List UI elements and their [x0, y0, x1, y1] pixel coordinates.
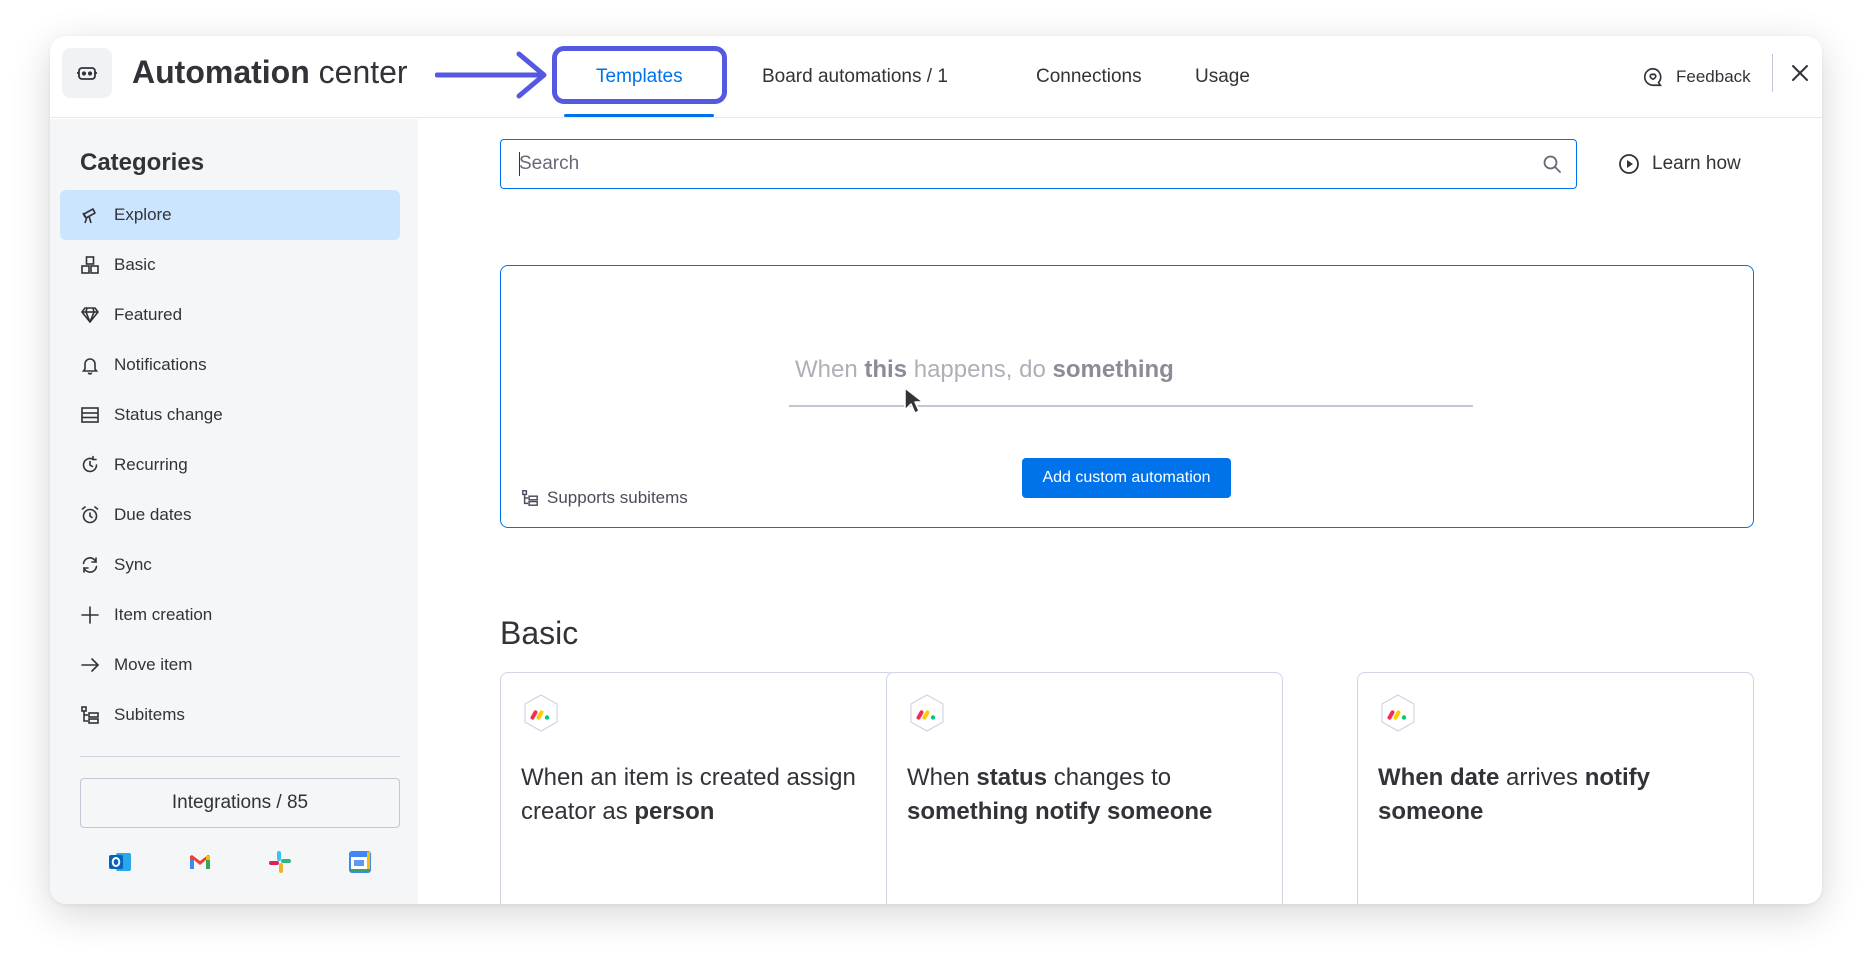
- sidebar-item-basic[interactable]: Basic: [60, 240, 400, 290]
- action-placeholder[interactable]: something: [1053, 356, 1174, 383]
- feedback-button[interactable]: Feedback: [1642, 58, 1751, 96]
- active-tab-indicator: [564, 114, 714, 117]
- robot-icon: [62, 48, 112, 98]
- header-divider: [1772, 54, 1773, 92]
- sidebar-item-move-item[interactable]: Move item: [60, 640, 400, 690]
- arrow-right-icon: [81, 658, 99, 672]
- mouse-pointer-icon: [904, 387, 924, 414]
- bell-icon: [81, 358, 99, 375]
- tab-usage[interactable]: Usage: [1195, 58, 1250, 96]
- automation-center-window: Automation center Templates Board automa…: [50, 36, 1822, 904]
- sidebar-item-recurring[interactable]: Recurring: [60, 440, 400, 490]
- close-button[interactable]: [1785, 58, 1815, 88]
- sidebar-item-sync[interactable]: Sync: [60, 540, 400, 590]
- card-description: When date arrives notify someone: [1378, 764, 1651, 825]
- tab-highlight-box: [552, 46, 727, 104]
- card-description: When an item is created assign creator a…: [521, 764, 856, 825]
- monday-logo-icon: [910, 694, 944, 732]
- template-card[interactable]: When an item is created assign creator a…: [500, 672, 897, 904]
- page-title: Automation center: [132, 54, 408, 90]
- play-circle-icon: [1619, 154, 1639, 174]
- section-title-basic: Basic: [500, 615, 579, 651]
- custom-automation-panel: When this happens, do something Add cust…: [500, 265, 1754, 528]
- google-calendar-icon[interactable]: [347, 849, 373, 875]
- telescope-icon: [82, 208, 96, 224]
- monday-logo-icon: [524, 694, 558, 732]
- tab-connections[interactable]: Connections: [1036, 58, 1142, 96]
- search-field[interactable]: [500, 139, 1577, 189]
- learn-how-button[interactable]: Learn how: [1618, 144, 1741, 184]
- search-input[interactable]: [519, 140, 1519, 187]
- sidebar-item-notifications[interactable]: Notifications: [60, 340, 400, 390]
- automation-sentence: When this happens, do something: [795, 356, 1174, 383]
- template-card[interactable]: When status changes to something notify …: [886, 672, 1283, 904]
- sidebar-item-item-creation[interactable]: Item creation: [60, 590, 400, 640]
- sidebar-item-explore[interactable]: Explore: [60, 190, 400, 240]
- tab-board-automations[interactable]: Board automations / 1: [762, 58, 948, 96]
- plus-icon: [81, 606, 99, 624]
- search-icon: [1543, 155, 1561, 173]
- sidebar-divider: [80, 756, 400, 757]
- sidebar-item-due-dates[interactable]: Due dates: [60, 490, 400, 540]
- basic-blocks-icon: [81, 256, 99, 274]
- outlook-icon[interactable]: [107, 849, 133, 875]
- supports-subitems-note: Supports subitems: [521, 488, 688, 508]
- category-list: Explore Basic Featured Notifications Sta…: [60, 190, 400, 740]
- add-custom-automation-button[interactable]: Add custom automation: [1022, 458, 1231, 498]
- header: Automation center Templates Board automa…: [50, 36, 1822, 118]
- template-card[interactable]: When date arrives notify someone: [1357, 672, 1754, 904]
- sidebar-item-status-change[interactable]: Status change: [60, 390, 400, 440]
- sentence-underline: [789, 405, 1473, 407]
- subitems-icon: [522, 490, 538, 506]
- diamond-icon: [81, 307, 99, 323]
- categories-sidebar: Categories Explore Basic Featured Notifi…: [50, 119, 418, 904]
- feedback-icon: [1644, 67, 1662, 87]
- recurring-icon: [82, 455, 98, 473]
- status-table-icon: [81, 407, 99, 423]
- slack-icon[interactable]: [267, 849, 293, 875]
- annotation-arrow-icon: [435, 51, 547, 99]
- monday-logo-icon: [1381, 694, 1415, 732]
- categories-title: Categories: [80, 149, 205, 176]
- close-icon: [1792, 65, 1808, 81]
- sync-icon: [82, 557, 98, 573]
- sidebar-item-featured[interactable]: Featured: [60, 290, 400, 340]
- subitems-icon: [81, 706, 99, 724]
- sidebar-item-subitems[interactable]: Subitems: [60, 690, 400, 740]
- alarm-clock-icon: [81, 506, 99, 524]
- card-description: When status changes to something notify …: [907, 764, 1213, 825]
- integration-apps: [80, 849, 400, 875]
- integrations-button[interactable]: Integrations / 85: [80, 778, 400, 828]
- trigger-placeholder[interactable]: this: [864, 356, 907, 383]
- gmail-icon[interactable]: [187, 849, 213, 875]
